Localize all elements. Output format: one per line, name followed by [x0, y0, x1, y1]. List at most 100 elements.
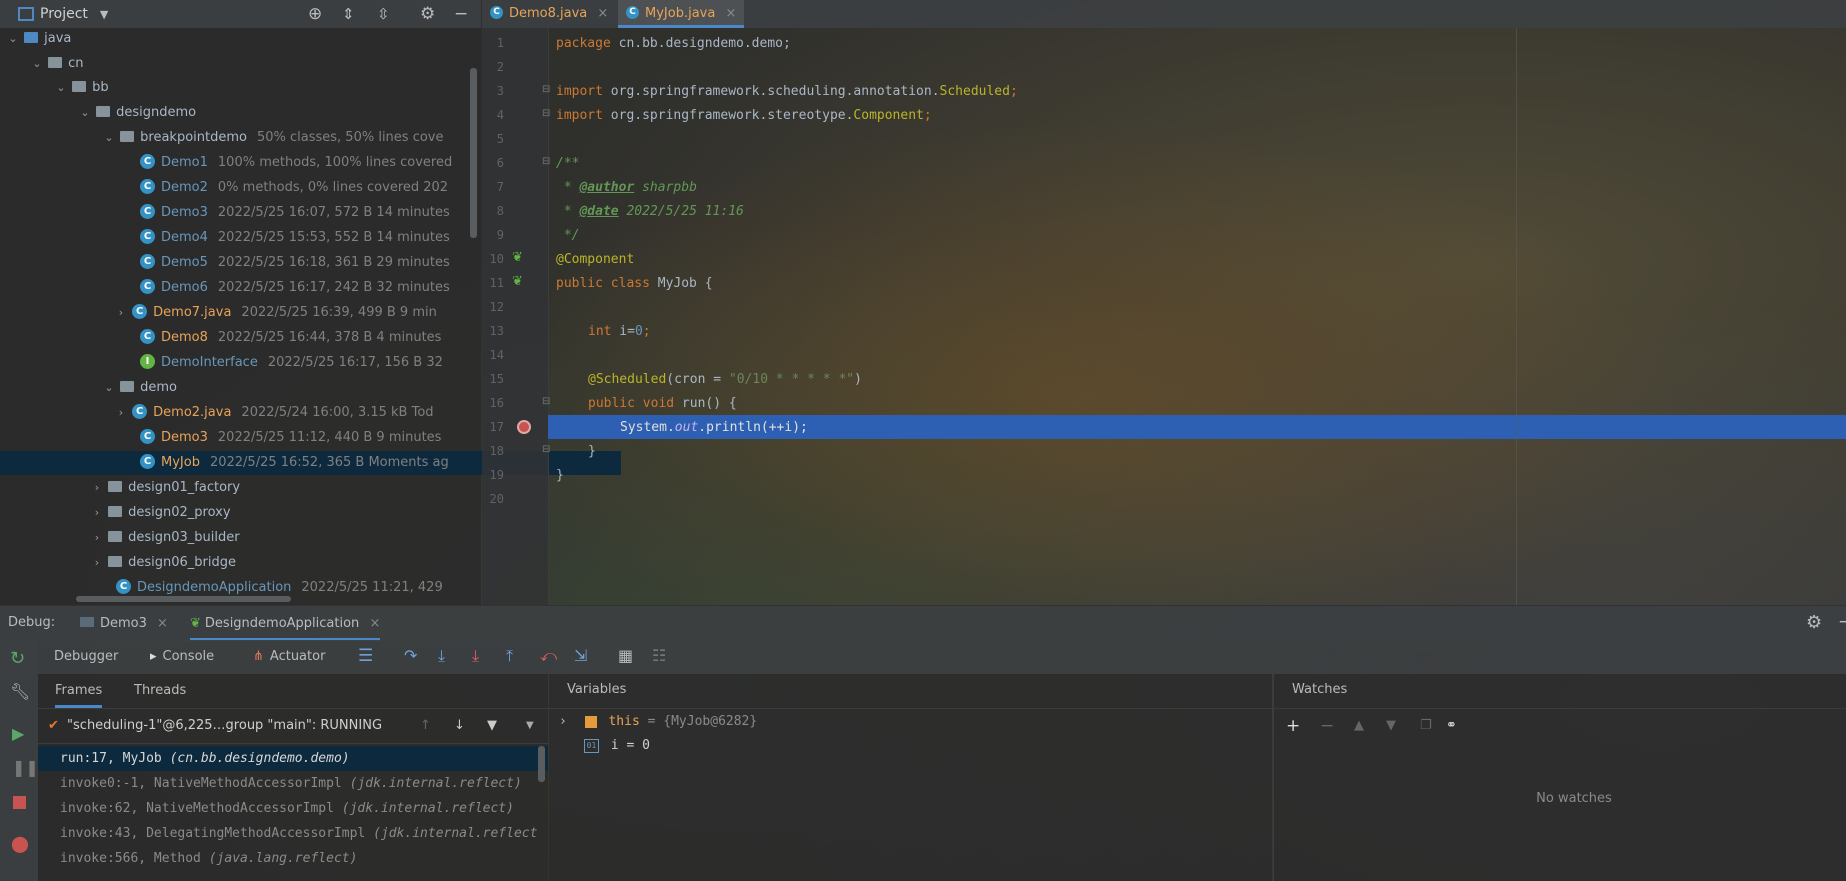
fold-icon[interactable]: ⊟: [542, 396, 550, 407]
line-number: 3: [496, 84, 504, 98]
arrow-down-icon[interactable]: ↓: [454, 709, 465, 743]
code-line: public void run() {: [588, 396, 737, 411]
glasses-icon[interactable]: ⚭: [1446, 709, 1457, 743]
minimize-icon[interactable]: −: [454, 4, 468, 24]
session-tab-demo3[interactable]: Demo3 ×: [80, 606, 168, 641]
annotation-type: Component: [853, 108, 924, 123]
close-icon[interactable]: ×: [369, 616, 380, 631]
force-step-into-icon[interactable]: ⤓: [472, 646, 479, 666]
line-number: 11: [489, 276, 504, 290]
tab-demo8[interactable]: C Demo8.java ×: [482, 0, 616, 28]
project-title[interactable]: Project: [40, 6, 88, 22]
frame-method: invoke:62, NativeMethodAccessorImpl: [60, 801, 334, 816]
move-up-icon[interactable]: ▲: [1354, 709, 1364, 743]
code-line: import org.springframework.scheduling.an…: [556, 84, 1018, 99]
code-line: public class MyJob {: [556, 276, 713, 291]
step-out-icon[interactable]: ⤒: [506, 646, 513, 666]
remove-icon[interactable]: −: [1320, 709, 1334, 743]
arrow-up-icon[interactable]: ↑: [420, 709, 431, 743]
fold-icon[interactable]: ⊟: [542, 108, 550, 119]
trace-stream-icon[interactable]: ☷: [652, 646, 666, 665]
close-icon[interactable]: ×: [597, 6, 608, 21]
code-line-current: System.out.println(++i);: [620, 420, 808, 435]
drop-frame-icon[interactable]: ⤺: [540, 646, 557, 666]
locate-icon[interactable]: ⊕: [308, 4, 322, 24]
chevron-right-icon[interactable]: ›: [114, 401, 128, 425]
chevron-down-icon[interactable]: ⌄: [6, 27, 20, 51]
chevron-right-icon[interactable]: ›: [90, 551, 104, 575]
chevron-down-icon[interactable]: ⌄: [78, 101, 92, 125]
resume-icon[interactable]: ▶: [12, 724, 24, 743]
tab-frames[interactable]: Frames: [55, 674, 103, 708]
step-into-icon[interactable]: ⤓: [438, 646, 445, 666]
line-number: 1: [496, 36, 504, 50]
chevron-down-icon[interactable]: ▼: [100, 8, 108, 21]
code-line: }: [556, 468, 564, 483]
tree-row[interactable]: ⌄ cn: [0, 52, 511, 76]
fold-icon[interactable]: ⊟: [542, 84, 550, 95]
vertical-scrollbar[interactable]: [470, 68, 477, 238]
gear-icon[interactable]: ⚙: [1806, 612, 1822, 633]
watches-title: Watches: [1292, 682, 1348, 697]
chevron-right-icon[interactable]: ›: [90, 526, 104, 550]
chevron-down-icon[interactable]: ⌄: [30, 52, 44, 76]
expand-all-icon[interactable]: ⇕: [342, 5, 355, 23]
copy-icon[interactable]: ❐: [1420, 709, 1432, 743]
tab-label: Actuator: [269, 649, 326, 664]
tree-meta: 50% classes, 50% lines cove: [256, 130, 444, 145]
pause-icon[interactable]: ❚❚: [12, 758, 39, 777]
fold-icon[interactable]: ⊟: [542, 156, 550, 167]
add-icon[interactable]: +: [1286, 709, 1300, 743]
tab-console[interactable]: ▸ Console: [150, 640, 214, 674]
chevron-right-icon[interactable]: ›: [90, 476, 104, 500]
tab-debugger[interactable]: Debugger: [48, 640, 124, 674]
breakpoint-icon[interactable]: [517, 420, 531, 434]
chevron-right-icon[interactable]: ›: [90, 501, 104, 525]
frame-row[interactable]: invoke:566, Method (java.lang.reflect): [38, 846, 548, 871]
variable-row[interactable]: 01 i = 0: [549, 733, 1272, 758]
collapse-all-icon[interactable]: ⇳: [377, 5, 390, 23]
tab-myjob[interactable]: C MyJob.java ×: [618, 0, 745, 28]
run-to-cursor-icon[interactable]: ⇲: [574, 646, 587, 665]
tree-meta: 2022/5/25 16:17, 242 B 32 minutes: [217, 280, 450, 295]
thread-selector[interactable]: ✔ "scheduling-1"@6,225…group "main": RUN…: [38, 708, 548, 744]
tab-threads[interactable]: Threads: [134, 674, 186, 708]
spring-bean-icon[interactable]: ❦: [512, 250, 523, 265]
close-icon[interactable]: ×: [725, 6, 736, 21]
frame-row[interactable]: run:17, MyJob (cn.bb.designdemo.demo): [38, 746, 548, 771]
close-icon[interactable]: ×: [157, 616, 168, 631]
view-breakpoints-icon[interactable]: ⬤: [11, 834, 29, 853]
chevron-right-icon[interactable]: ›: [559, 714, 567, 729]
code-text: ): [854, 372, 862, 387]
chevron-down-icon[interactable]: ⌄: [102, 126, 116, 150]
session-tab-designdemo[interactable]: ❦ DesigndemoApplication ×: [190, 606, 381, 641]
frames-list: run:17, MyJob (cn.bb.designdemo.demo) in…: [38, 746, 548, 881]
wrench-icon[interactable]: 🔧︎: [10, 682, 30, 701]
fold-icon[interactable]: ⊟: [542, 444, 550, 455]
rerun-icon[interactable]: ↻: [10, 648, 25, 669]
gear-icon[interactable]: ⚙: [420, 4, 435, 24]
move-down-icon[interactable]: ▼: [1386, 709, 1396, 743]
step-over-icon[interactable]: ↷: [404, 646, 417, 665]
tab-actuator[interactable]: ⋔ Actuator: [253, 640, 325, 674]
chevron-down-icon[interactable]: ⌄: [54, 76, 68, 100]
chevron-right-icon[interactable]: ›: [114, 301, 128, 325]
horizontal-scrollbar[interactable]: [76, 596, 291, 602]
chevron-down-icon[interactable]: ⌄: [102, 376, 116, 400]
tab-label: Debugger: [54, 649, 119, 664]
variable-row[interactable]: › this = {MyJob@6282}: [549, 708, 1272, 734]
tree-label: Demo1: [161, 155, 208, 170]
frame-row[interactable]: invoke:62, NativeMethodAccessorImpl (jdk…: [38, 796, 548, 821]
minimize-icon[interactable]: −: [1838, 612, 1846, 632]
frames-scrollbar[interactable]: [538, 746, 545, 782]
tree-row[interactable]: ⌄ java: [0, 27, 487, 51]
frame-row[interactable]: invoke0:-1, NativeMethodAccessorImpl (jd…: [38, 771, 548, 796]
layout-menu-icon[interactable]: ☰: [358, 646, 373, 666]
filter-icon[interactable]: ▼: [487, 709, 497, 743]
chevron-down-icon[interactable]: ▼: [526, 709, 534, 743]
tree-row[interactable]: ⌄ bb: [0, 76, 535, 100]
spring-bean-icon[interactable]: ❦: [512, 274, 523, 289]
frame-row[interactable]: invoke:43, DelegatingMethodAccessorImpl …: [38, 821, 548, 846]
stop-icon[interactable]: [13, 796, 26, 809]
evaluate-expression-icon[interactable]: ▦: [618, 646, 633, 665]
